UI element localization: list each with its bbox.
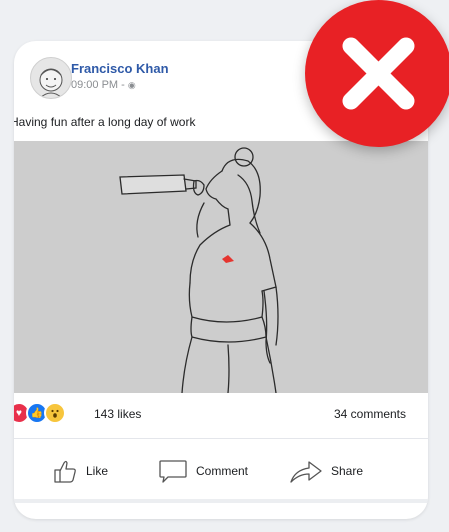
stats-divider	[14, 438, 428, 439]
close-icon	[342, 37, 415, 110]
like-label: Like	[86, 464, 109, 478]
post-photo[interactable]	[14, 141, 428, 393]
photo-illustration	[14, 141, 428, 393]
reaction-icons[interactable]: ♥ 👍	[14, 402, 66, 424]
meta-separator: -	[121, 79, 125, 91]
avatar-illustration	[39, 68, 63, 98]
share-button[interactable]: Share	[289, 451, 363, 491]
post-time[interactable]: 09:00 PM	[71, 79, 118, 91]
like-button[interactable]: Like	[52, 451, 108, 491]
card-footer	[14, 499, 428, 503]
post-meta: 09:00 PM - ◉	[71, 79, 136, 91]
comment-label: Comment	[196, 464, 249, 478]
comments-count[interactable]: 34 comments	[334, 407, 406, 421]
reject-badge	[305, 0, 449, 147]
post-caption: Having fun after a long day of work	[14, 115, 196, 129]
likes-count[interactable]: 143 likes	[94, 407, 141, 421]
author-name[interactable]: Francisco Khan	[71, 61, 169, 76]
wow-face-icon	[51, 409, 59, 418]
thumbs-up-icon	[54, 460, 76, 483]
share-label: Share	[331, 464, 364, 478]
wow-reaction-icon	[44, 402, 66, 424]
comment-button[interactable]: Comment	[158, 451, 248, 491]
comment-bubble-icon	[159, 460, 187, 483]
avatar[interactable]	[30, 57, 72, 99]
globe-icon: ◉	[127, 80, 136, 90]
share-arrow-icon	[290, 461, 322, 483]
